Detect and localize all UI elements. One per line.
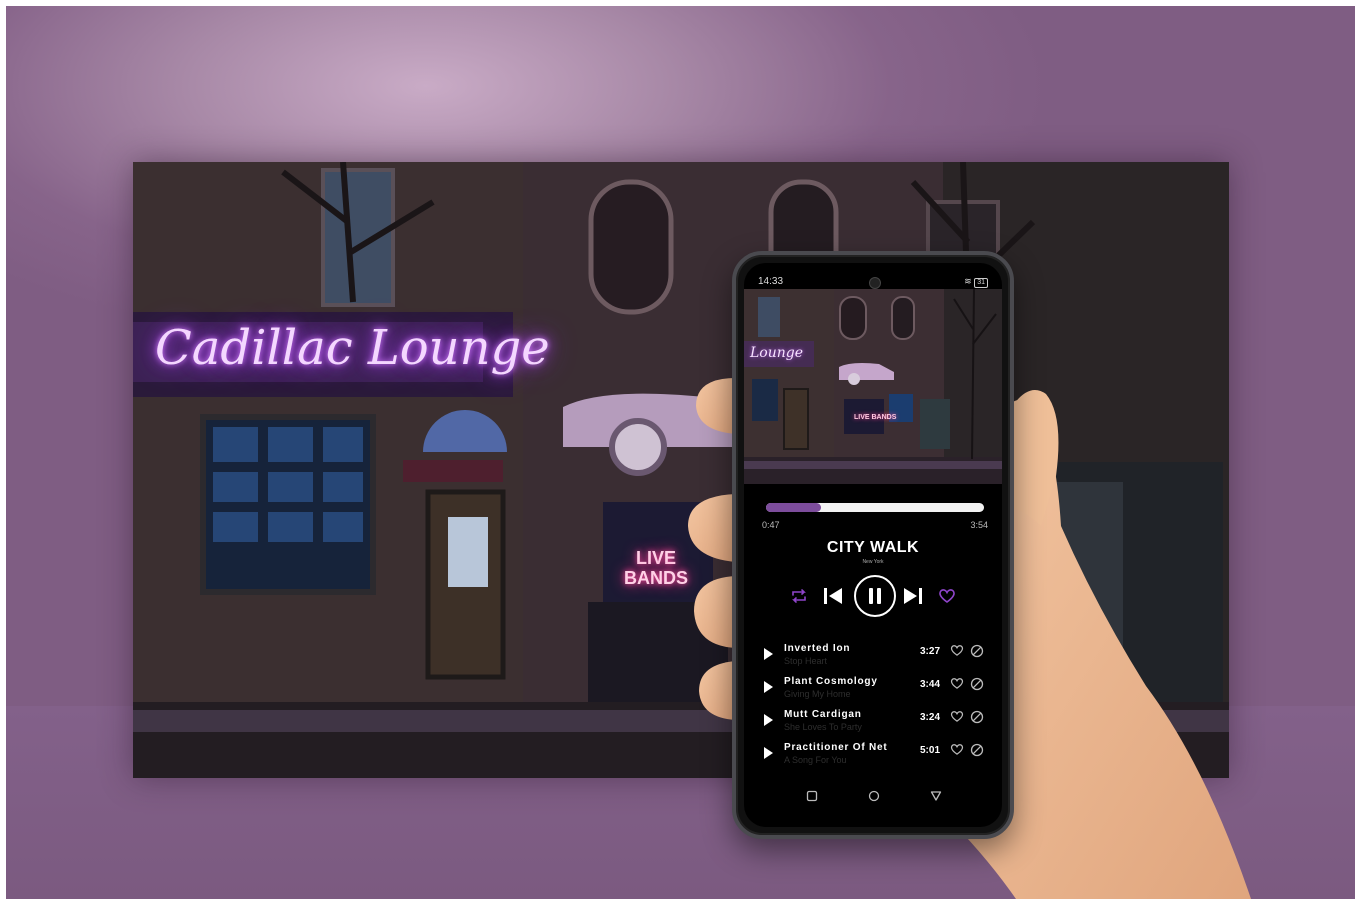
neon-sign-text: Cadillac Lounge [155,320,550,376]
play-icon[interactable] [764,714,773,726]
next-icon[interactable] [902,586,924,606]
track-row[interactable]: Inverted Ion Stop Heart 3:27 [744,643,1002,675]
track-artist: Stop Heart [784,656,828,666]
smartphone: 14:33 ≋ 31 Lounge LIVE BANDS 0:47 3:54 C… [732,251,1014,839]
album-cover: Lounge LIVE BANDS [744,289,1002,484]
track-name: Inverted Ion [784,643,851,654]
pause-icon[interactable] [854,575,896,617]
cover-street-image [744,289,1002,484]
track-artist: She Loves To Party [784,722,862,732]
block-icon[interactable] [970,743,984,762]
track-duration: 3:27 [920,646,941,657]
track-duration: 3:24 [920,712,941,723]
repeat-icon[interactable] [790,587,808,605]
block-icon[interactable] [970,644,984,663]
seek-bar[interactable] [766,503,984,512]
track-duration: 3:44 [920,679,941,690]
scene-background: Cadillac Lounge LIVE BANDS 14:33 ≋ 31 Lo… [6,6,1355,899]
android-nav-bar [744,783,1002,813]
track-artist: Giving My Home [784,689,851,699]
status-icons: ≋ 31 [964,276,988,288]
heart-icon[interactable] [938,588,956,604]
background-street-photo: Cadillac Lounge LIVE BANDS [133,162,1229,778]
play-icon[interactable] [764,648,773,660]
live-bands-sign: LIVE BANDS [623,548,688,588]
block-icon[interactable] [970,710,984,729]
battery-icon: 31 [974,278,988,288]
track-row[interactable]: Mutt Cardigan She Loves To Party 3:24 [744,709,1002,741]
block-icon[interactable] [970,677,984,696]
back-icon[interactable] [930,789,942,807]
like-icon[interactable] [950,743,964,761]
track-duration: 5:01 [920,745,941,756]
like-icon[interactable] [950,677,964,695]
like-icon[interactable] [950,710,964,728]
track-name: Plant Cosmology [784,676,878,687]
front-camera [869,277,881,289]
cover-live-bands-sign: LIVE BANDS [854,414,897,421]
track-artist: A Song For You [784,755,847,765]
like-icon[interactable] [950,644,964,662]
recent-apps-icon[interactable] [806,789,818,807]
previous-icon[interactable] [822,586,844,606]
status-time: 14:33 [758,276,784,287]
track-name: Practitioner Of Net [784,742,888,753]
song-subtitle: New York [862,559,884,565]
total-time: 3:54 [970,520,988,530]
wifi-icon: ≋ [964,276,972,286]
song-title: CITY WALK [826,539,920,556]
track-row[interactable]: Practitioner Of Net A Song For You 5:01 [744,742,1002,774]
phone-screen: 14:33 ≋ 31 Lounge LIVE BANDS 0:47 3:54 C… [744,263,1002,827]
elapsed-time: 0:47 [762,520,780,530]
home-icon[interactable] [868,789,880,807]
street-scene-illustration [133,162,1229,778]
play-icon[interactable] [764,681,773,693]
cover-neon-sign: Lounge [750,345,804,361]
track-row[interactable]: Plant Cosmology Giving My Home 3:44 [744,676,1002,708]
play-icon[interactable] [764,747,773,759]
playback-controls [744,575,1002,617]
track-name: Mutt Cardigan [784,709,862,720]
seek-bar-progress [766,503,821,512]
